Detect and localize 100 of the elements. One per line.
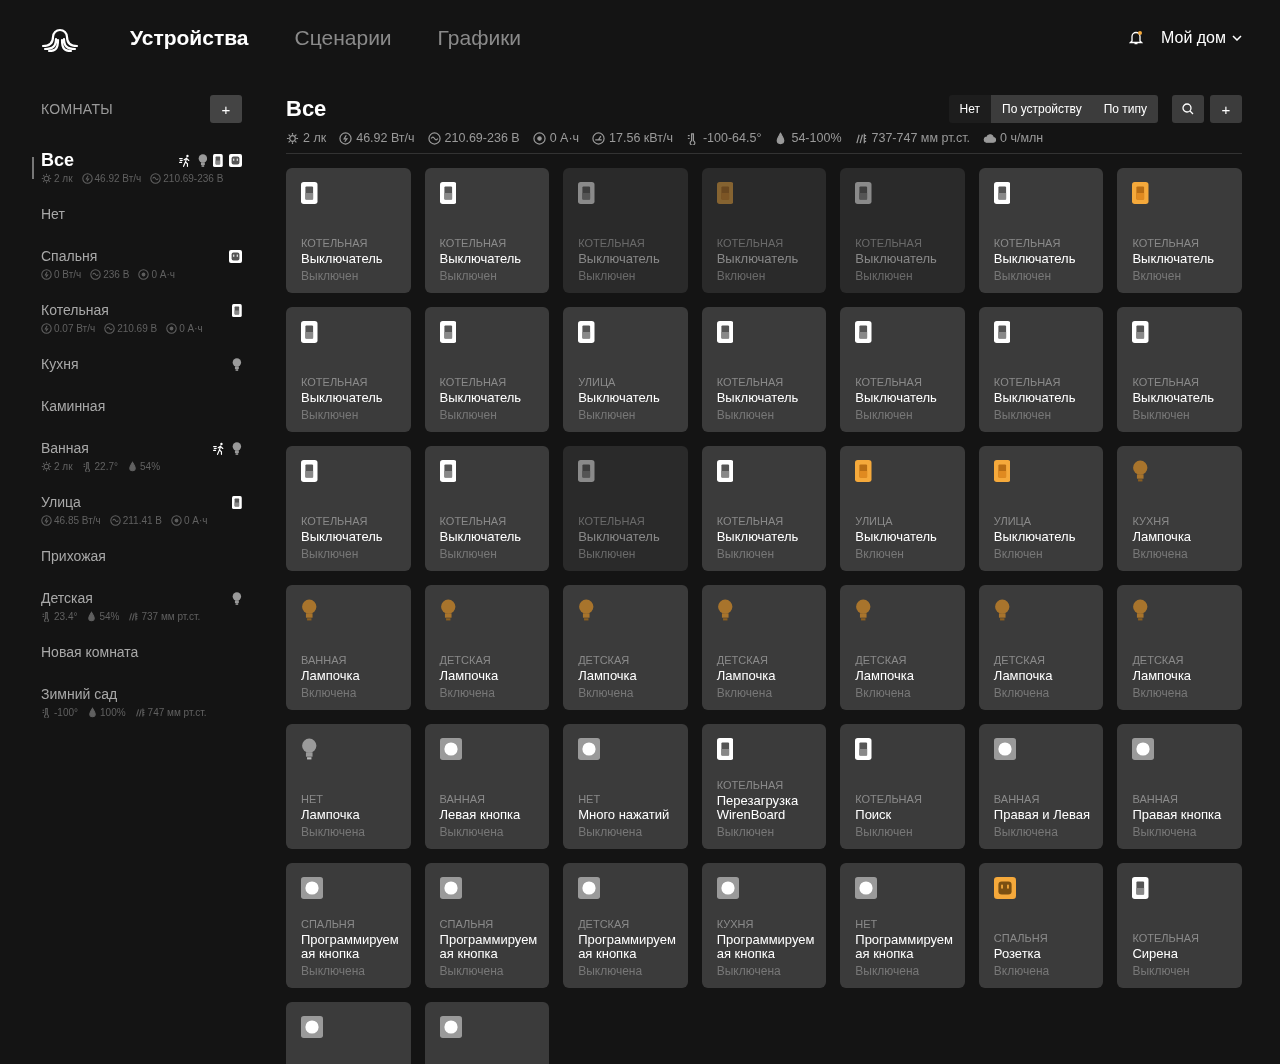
device-tile[interactable]: КОТЕЛЬНАЯ Выключатель Выключен [701, 307, 827, 432]
search-button[interactable] [1172, 95, 1204, 123]
device-tile[interactable]: КУХНЯ Программируемая кнопка Выключена [701, 863, 827, 988]
room-label: КОТЕЛЬНАЯ [993, 376, 1062, 388]
device-tile[interactable]: КОТЕЛЬНАЯ Выключатель Выключен [840, 307, 965, 432]
stat-value: 737-747 мм рт.ст. [871, 131, 971, 145]
bulb-icon [232, 591, 242, 605]
device-tile[interactable]: КОТЕЛЬНАЯ Выключатель Выключен [840, 168, 965, 293]
room-item[interactable]: Новая комната [41, 643, 242, 661]
room-item[interactable]: Кухня [41, 355, 242, 373]
device-tile[interactable]: ДЕТСКАЯ Лампочка Включена [701, 585, 827, 710]
room-item[interactable]: Каминная [41, 397, 242, 415]
device-tile[interactable]: НЕТ Много нажатий Выключена [563, 724, 688, 849]
grouping-option[interactable]: По устройству [991, 95, 1093, 123]
device-tile[interactable]: СПАЛЬНЯ Программируемая кнопка Выключена [286, 863, 411, 988]
device-status: Выключена [301, 825, 366, 839]
nav-tab[interactable]: Устройства [130, 25, 249, 50]
device-tile[interactable]: КОТЕЛЬНАЯ Выключатель Выключен [978, 168, 1104, 293]
room-label: ДЕТСКАЯ [578, 654, 631, 666]
device-tile[interactable]: ВАННАЯ Правая кнопка Выключена [1117, 724, 1242, 849]
device-tile[interactable]: КОТЕЛЬНАЯ Выключатель Выключен [563, 168, 688, 293]
room-label: ДЕТСКАЯ [439, 654, 492, 666]
room-item[interactable]: Ванная 2 лк 22.7° 54% [41, 439, 242, 472]
device-tile[interactable]: УЛИЦА Выключатель Выключен [563, 307, 688, 432]
device-tile[interactable]: КОТЕЛЬНАЯ Выключатель Выключен [286, 168, 411, 293]
device-tile[interactable]: КОТЕЛЬНАЯ Выключатель Выключен [563, 446, 688, 571]
room-label: КОТЕЛЬНАЯ [439, 376, 508, 388]
bolt-circle-icon [41, 322, 52, 334]
device-name: Лампочка [439, 669, 500, 683]
grouping-option[interactable]: По типу [1092, 95, 1158, 123]
switch-icon [716, 738, 734, 760]
device-status: Выключена [993, 825, 1059, 839]
device-tile[interactable]: ДЕТСКАЯ Лампочка Включена [424, 585, 550, 710]
room-item[interactable]: Детская 23.4° 54% 737 мм рт.ст. [41, 589, 242, 622]
device-tile[interactable]: ДЕТСКАЯ Программируемая кнопка Выключена [563, 863, 688, 988]
device-tile[interactable]: НЕТ Программируемая кнопка Выключена [840, 863, 965, 988]
device-tile[interactable]: ДЕТСКАЯ Лампочка Включена [840, 585, 965, 710]
device-status: Выключен [993, 269, 1053, 283]
switch-icon [855, 738, 872, 760]
device-tile[interactable]: КОТЕЛЬНАЯ Выключатель Выключен [424, 446, 550, 571]
device-tile[interactable]: ВАННАЯ Лампочка Включена [286, 585, 411, 710]
room-label: КОТЕЛЬНАЯ [855, 237, 923, 249]
device-tile[interactable]: ДЕТСКАЯ Лампочка Включена [1117, 585, 1242, 710]
home-selector[interactable]: Мой дом [1160, 28, 1242, 47]
device-tile[interactable]: КУХНЯ Лампочка Включена [1117, 446, 1242, 571]
device-tile[interactable]: КОТЕЛЬНАЯ Выключатель Включен [1117, 168, 1242, 293]
device-tile[interactable]: СПАЛЬНЯ Программируемая кнопка Выключена [424, 863, 550, 988]
add-button[interactable]: + [1210, 95, 1242, 123]
device-tile[interactable]: ДЕТСКАЯ Лампочка Включена [978, 585, 1104, 710]
device-tile[interactable]: КОТЕЛЬНАЯ Поиск Выключен [840, 724, 965, 849]
room-item[interactable]: Котельная 0.07 Вт/ч 210.69 В 0 А·ч [41, 301, 242, 334]
device-name: Выключатель [301, 391, 384, 405]
device-status: Выключен [993, 408, 1053, 422]
device-tile[interactable]: КОТЕЛЬНАЯ Выключатель Включен [701, 168, 827, 293]
device-tile[interactable]: УЛИЦА Выключатель Включен [978, 446, 1104, 571]
device-name: Выключатель [439, 252, 523, 266]
room-label: КОТЕЛЬНАЯ [578, 237, 646, 249]
switch-icon [993, 182, 1011, 204]
switch-icon [993, 460, 1011, 482]
device-tile[interactable]: КОТЕЛЬНАЯ Выключатель Выключен [424, 168, 550, 293]
add-button[interactable]: + [210, 95, 242, 123]
device-tile[interactable]: КОТЕЛЬНАЯ Выключатель Выключен [978, 307, 1104, 432]
device-status: Выключен [301, 547, 360, 561]
room-item[interactable]: Зимний сад -100° 100% 747 мм рт.ст. [41, 685, 242, 718]
device-tile[interactable]: УЛИЦА Выключатель Включен [840, 446, 965, 571]
device-tile[interactable]: ВАННАЯ Левая кнопка Выключена [424, 724, 550, 849]
nav-tab[interactable]: Сценарии [294, 25, 392, 50]
device-tile[interactable]: НЕТ Лампочка Выключена [286, 724, 411, 849]
device-status: Выключена [855, 964, 921, 978]
device-name: Лампочка [993, 669, 1054, 683]
room-item[interactable]: Нет [41, 205, 242, 223]
device-tile[interactable]: ВАННАЯ Правая и Левая Выключена [978, 724, 1104, 849]
device-tile[interactable]: КОТЕЛЬНАЯ Перезагрузка WirenBoard Выключен [701, 724, 827, 849]
switch-icon [213, 153, 223, 167]
device-tile[interactable]: КОТЕЛЬНАЯ Выключатель Выключен [1117, 307, 1242, 432]
room-label: КУХНЯ [1132, 515, 1171, 527]
wave-circle-icon [104, 322, 116, 334]
device-tile[interactable]: ДЕТСКАЯ Лампочка Включена [563, 585, 688, 710]
bell-icon[interactable] [1128, 30, 1143, 45]
stat-value: 210.69-236 В [163, 172, 224, 184]
device-name: Лампочка [578, 669, 638, 683]
room-label: СПАЛЬНЯ [993, 932, 1049, 944]
device-tile[interactable]: КОТЕЛЬНАЯ Выключатель Выключен [286, 446, 411, 571]
room-label: КОТЕЛЬНАЯ [301, 237, 369, 249]
switch-icon [439, 182, 457, 204]
switch-icon [301, 321, 318, 343]
device-status: Выключена [578, 964, 644, 978]
device-tile[interactable]: КОТЕЛЬНАЯ Выключатель Выключен [286, 307, 411, 432]
room-item[interactable]: Прихожая [41, 547, 242, 565]
device-tile[interactable]: КОТЕЛЬНАЯ Выключатель Выключен [701, 446, 827, 571]
bulb-icon [855, 599, 872, 621]
grouping-option[interactable]: Нет [948, 95, 991, 123]
meter-icon [592, 131, 606, 145]
stat-value: 0 А·ч [549, 131, 580, 145]
nav-tab[interactable]: Графики [437, 25, 522, 50]
room-item[interactable]: Улица 46.85 Вт/ч 211.41 В 0 А·ч [41, 493, 242, 526]
room-item[interactable]: Спальня 0 Вт/ч 236 В 0 А·ч [41, 247, 242, 280]
device-tile[interactable]: СПАЛЬНЯ Розетка Включена [978, 863, 1104, 988]
device-tile[interactable]: КОТЕЛЬНАЯ Сирена Выключен [1117, 863, 1242, 988]
device-tile[interactable]: КОТЕЛЬНАЯ Выключатель Выключен [424, 307, 550, 432]
